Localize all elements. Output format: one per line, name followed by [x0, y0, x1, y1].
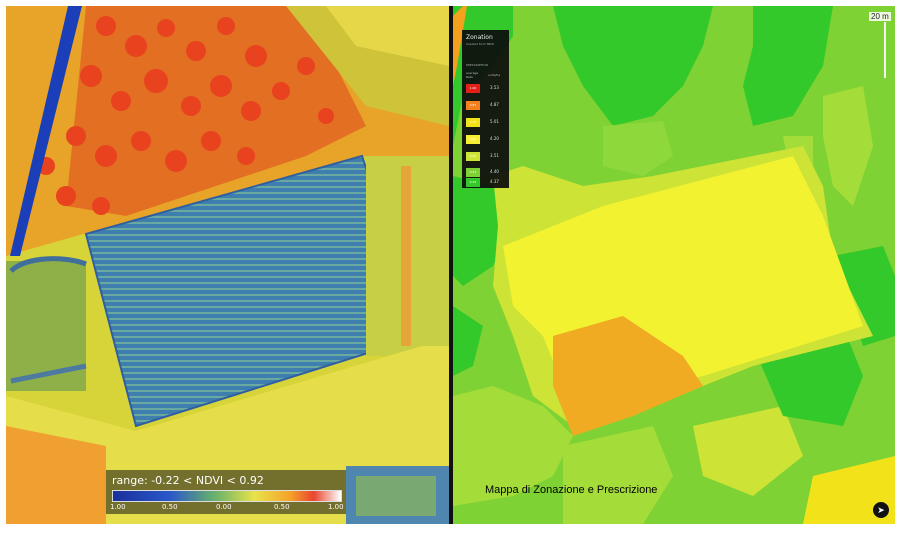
zonation-legend-col1: average Rate	[466, 71, 479, 79]
zonation-legend-subtitle: Created from NDVI	[466, 42, 495, 46]
zone-swatch: 0.37	[466, 168, 480, 177]
zonation-legend-row: 0.37 4.40	[466, 168, 506, 177]
zonation-legend-col2: units/ha	[488, 73, 501, 77]
zone-swatch: 0.87	[466, 101, 480, 110]
zone-value: 4.40	[490, 169, 499, 174]
compass-icon[interactable]: ➤	[873, 502, 889, 518]
ndvi-range-text: range: -0.22 < NDVI < 0.92	[112, 474, 264, 487]
zonation-legend-header: PRESCRIPTION	[466, 63, 488, 67]
ndvi-color-ramp	[112, 490, 342, 502]
ndvi-tick: 0.50	[162, 503, 178, 511]
ndvi-tick: 0.50	[274, 503, 290, 511]
map-comparison: range: -0.22 < NDVI < 0.92 1.00 0.50 0.0…	[6, 6, 895, 524]
ndvi-range-legend: range: -0.22 < NDVI < 0.92 1.00 0.50 0.0…	[106, 470, 346, 514]
zone-value: 4.20	[490, 136, 499, 141]
zone-swatch: 0.50	[466, 152, 480, 161]
zonation-legend-row: 1.00 3.53	[466, 84, 506, 93]
ndvi-map-image	[6, 6, 449, 524]
zonation-legend-title: Zonation	[466, 34, 493, 41]
zonation-legend-row: 0.50 3.51	[466, 152, 506, 161]
zonation-legend-row: 0.87 4.87	[466, 101, 506, 110]
zonation-map-panel[interactable]: Zonation Created from NDVI PRESCRIPTION …	[453, 6, 895, 524]
scale-label: 20 m	[869, 12, 891, 21]
zone-value: 5.01	[490, 119, 499, 124]
zone-value: 3.53	[490, 85, 499, 90]
map-caption: Mappa di Zonazione e Prescrizione	[485, 484, 658, 496]
ndvi-map-panel[interactable]: range: -0.22 < NDVI < 0.92 1.00 0.50 0.0…	[6, 6, 449, 524]
zone-swatch: 0.75	[466, 118, 480, 127]
zonation-legend-row: 0.62 4.20	[466, 135, 506, 144]
ndvi-tick: 1.00	[110, 503, 126, 511]
zonation-legend-row: 0.25 4.37	[466, 178, 506, 187]
zone-swatch: 1.00	[466, 84, 480, 93]
zone-value: 3.51	[490, 153, 499, 158]
zonation-legend: Zonation Created from NDVI PRESCRIPTION …	[462, 30, 509, 188]
ndvi-tick: 0.00	[216, 503, 232, 511]
zone-value: 4.87	[490, 102, 499, 107]
zonation-legend-row: 0.75 5.01	[466, 118, 506, 127]
scale-bar	[884, 22, 886, 78]
zone-swatch: 0.62	[466, 135, 480, 144]
zonation-map-image	[453, 6, 895, 524]
ndvi-tick: 1.00	[328, 503, 344, 511]
zone-value: 4.37	[490, 179, 499, 184]
zone-swatch: 0.25	[466, 178, 480, 187]
